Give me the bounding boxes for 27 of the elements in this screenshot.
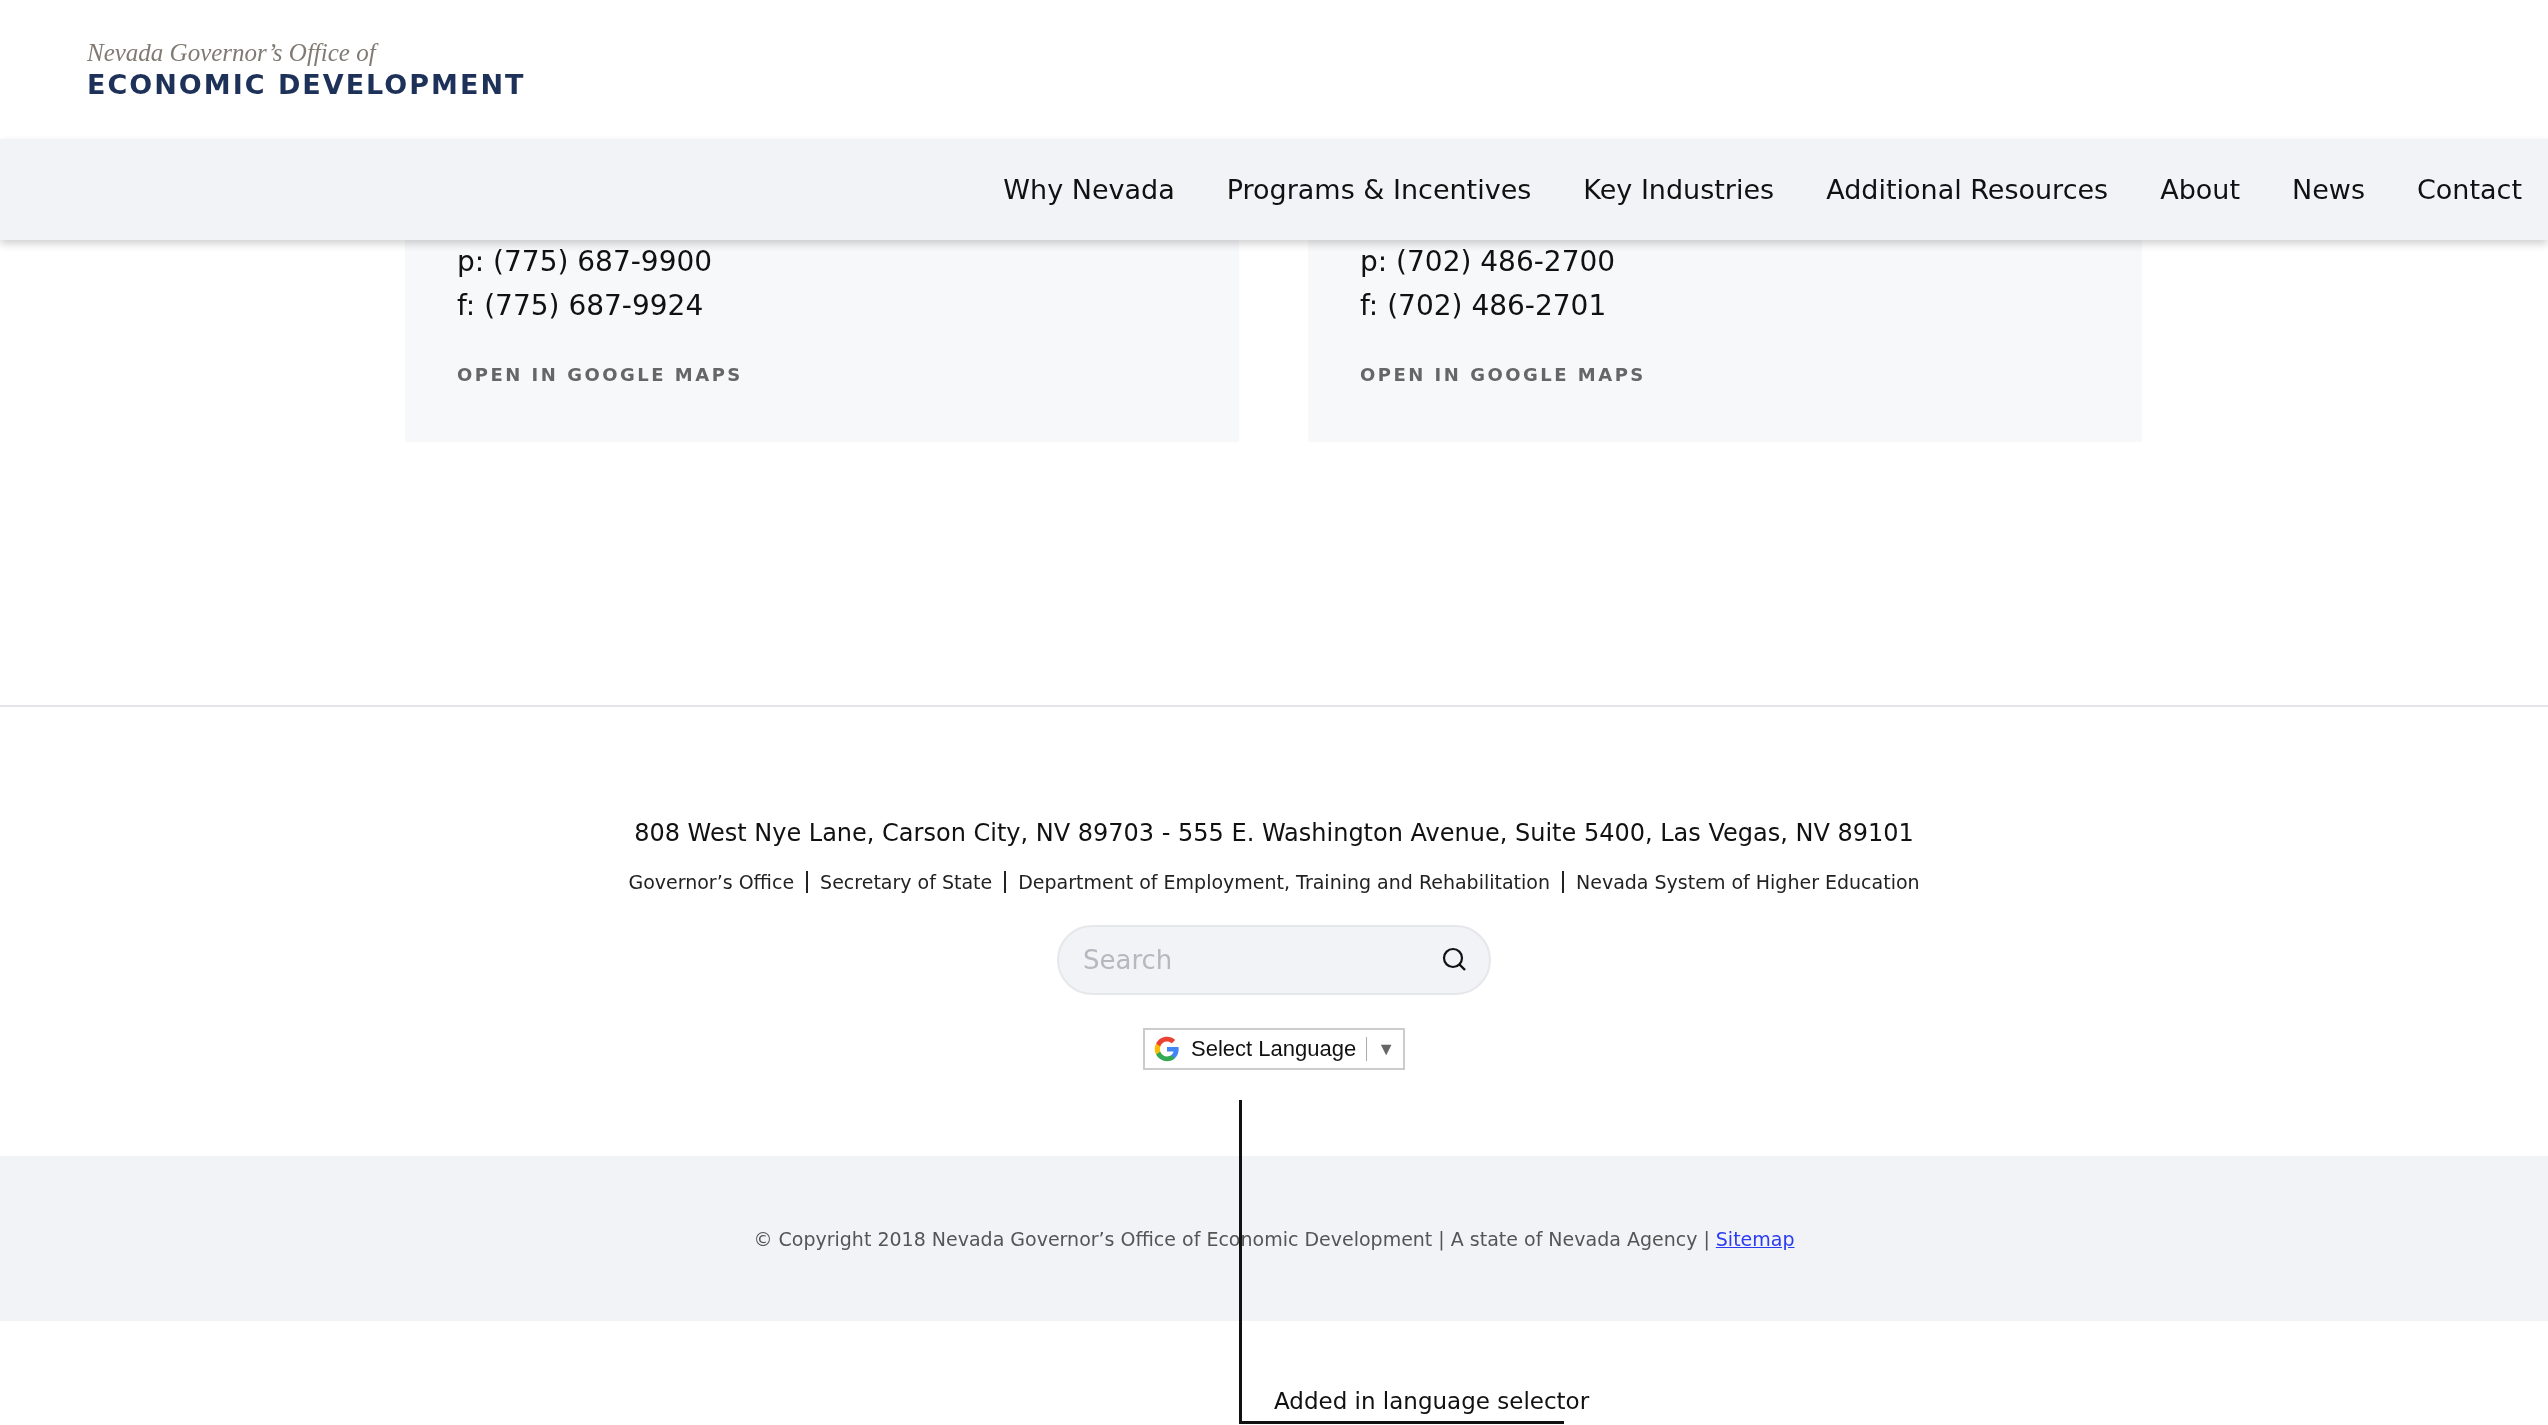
footer-address: 808 West Nye Lane, Carson City, NV 89703 - 555 E. Washington Avenue, Suite 5400, Las Vegas, NV 89101 [634,819,1914,847]
nav-link[interactable]: Additional Resources [1826,174,2109,205]
footer-link[interactable]: Governor’s Office [616,871,807,893]
phone-number: p: (775) 687-9900 [457,244,713,280]
sitemap-link[interactable]: Sitemap [1715,1227,1795,1250]
footer-link[interactable]: Secretary of State [806,871,1005,893]
footer-link[interactable]: Department of Employment, Training and Rehabilitation [1004,871,1562,893]
fax-number: f: (702) 486-2701 [1360,288,1607,324]
search-field[interactable]: Search [1057,925,1491,995]
language-selector[interactable]: Select Language ▼ [1143,1028,1405,1070]
search-icon[interactable] [1441,947,1467,973]
logo-tagline: Nevada Governor’s Office of [87,39,526,67]
nav-link[interactable]: Contact [2416,174,2522,205]
nav-link[interactable]: News [2292,174,2365,205]
logo-wordmark[interactable]: ECONOMIC DEVELOPMENT [87,69,526,100]
phone-number: p: (702) 486-2700 [1360,244,1616,280]
fax-number: f: (775) 687-9924 [457,288,704,324]
annotation-label: Added in language selector [1274,1388,1590,1414]
nav-link[interactable]: Key Industries [1583,174,1775,205]
footer-link[interactable]: Nevada System of Higher Education [1562,871,1932,893]
dropdown-arrow: ▼ [1377,1038,1395,1060]
nav-link[interactable]: Why Nevada [1003,174,1175,205]
g-logo-icon [1153,1035,1181,1063]
nav-link[interactable]: Programs & Incentives [1226,174,1532,205]
nav-link[interactable]: About [2160,174,2240,205]
google-maps-link[interactable]: OPEN IN GOOGLE MAPS [1360,364,1646,385]
google-maps-link[interactable]: OPEN IN GOOGLE MAPS [457,364,743,385]
